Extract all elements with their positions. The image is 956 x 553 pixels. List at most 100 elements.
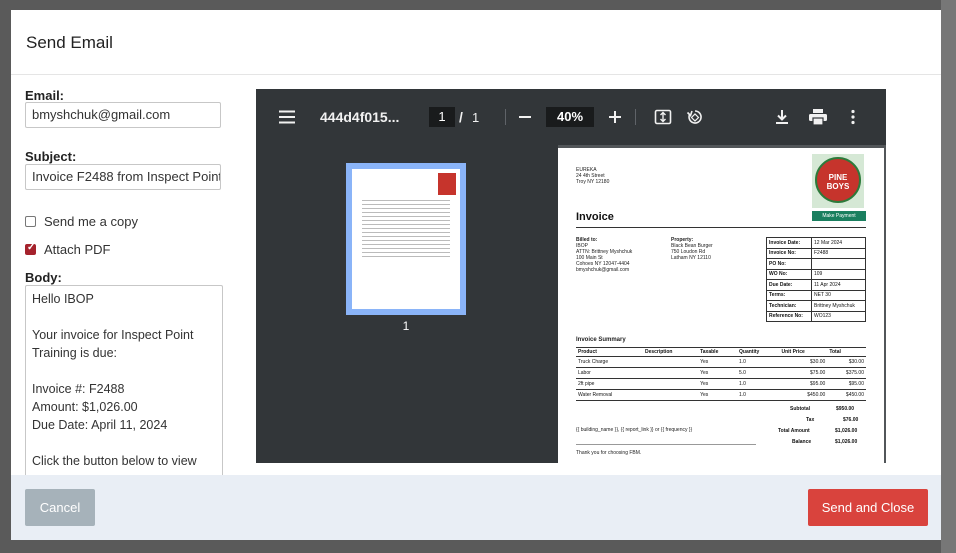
dialog-footer: Cancel Send and Close [11,475,941,540]
table-cell: Water Removal [576,389,643,401]
thank-you-text: Thank you for choosing FBM. [576,450,642,456]
print-icon[interactable] [808,108,828,126]
zoom-out-icon[interactable] [518,110,532,124]
send-copy-checkbox[interactable] [25,215,36,227]
body-label: Body: [25,270,62,285]
balance-label: Balance [792,439,812,445]
info-value: WO123 [811,310,866,322]
rotate-icon[interactable] [686,108,704,126]
column-header: Total [827,347,866,357]
logo-text: PINE BOYS [826,173,850,191]
table-cell: $30.00 [827,356,866,368]
column-header: Product [576,347,643,357]
send-copy-option[interactable]: Send me a copy [25,213,138,229]
subject-label: Subject: [25,149,77,164]
body-textarea[interactable]: Hello IBOP Your invoice for Inspect Point… [25,285,223,475]
zoom-in-icon[interactable] [608,110,622,124]
body-line: Training is due: [32,346,117,360]
divider [576,444,756,445]
attach-pdf-option[interactable]: Attach PDF [25,241,110,257]
info-value [811,258,866,270]
info-key: Invoice No: [766,247,812,259]
attach-pdf-label: Attach PDF [44,241,111,257]
company-address: EUREKA 24 4th Street Troy NY 12180 [576,167,610,185]
table-cell: $75.00 [779,367,828,379]
column-header: Taxable [698,347,738,357]
table-row: Labor Yes 5.0 $75.00 $375.00 [576,367,866,379]
subtotal-label: Subtotal [790,406,810,412]
pdf-viewer: 444d4f015... 1 / 1 40% 1 EUREKA 24 4th S… [256,89,886,463]
billed-to-block: Billed to: IBOP ATTN: Brittney Myshchuk … [576,237,633,273]
table-cell: Yes [698,389,738,401]
dialog-title: Send Email [26,33,113,52]
summary-title: Invoice Summary [576,337,626,343]
page-number-input[interactable]: 1 [429,107,455,127]
table-cell: $375.00 [827,367,866,379]
info-value: F2488 [811,247,866,259]
info-value: 109 [811,268,866,280]
column-header: Description [642,347,699,357]
property-block: Property: Black Bean Burger 750 Loudon R… [671,237,713,261]
table-row: 2ft pipe Yes 1.0 $95.00 $95.00 [576,378,866,390]
table-cell: 2ft pipe [576,378,643,390]
info-value: 12 Mar 2024 [811,237,866,249]
info-row: PO No: [766,258,866,270]
body-line [32,308,216,326]
info-key: Reference No: [766,310,812,322]
page-thumbnail[interactable] [352,169,460,309]
info-value: Brittney Myshchuk [811,300,866,312]
cancel-button[interactable]: Cancel [25,489,95,526]
invoice-info-table: Invoice Date: 12 Mar 2024 Invoice No: F2488… [766,237,866,322]
info-row: Invoice No: F2488 [766,247,866,259]
subtotal-value: $950.00 [836,406,855,412]
info-value: NET 30 [811,289,866,301]
zoom-level[interactable]: 40% [546,107,594,127]
page-total: 1 [472,110,480,125]
table-cell [642,356,699,368]
subject-field[interactable]: Invoice F2488 from Inspect Point [25,164,221,190]
table-row: Truck Charge Yes 1.0 $30.00 $30.00 [576,356,866,368]
info-key: Invoice Date: [766,237,812,249]
more-vert-icon[interactable] [850,109,856,125]
thumbnail-page-number: 1 [402,319,410,333]
body-line: Amount: $1,026.00 [32,400,138,414]
email-field[interactable]: bmyshchuk@gmail.com [25,102,221,128]
page-separator: / [459,109,463,125]
attach-pdf-checkbox[interactable] [25,242,36,255]
thumbnail-logo [438,173,456,195]
table-cell: $30.00 [779,356,828,368]
background-page [941,0,956,553]
toolbar-divider [635,109,636,125]
table-cell: 1.0 [737,378,780,390]
table-cell: Yes [698,378,738,390]
pdf-filename: 444d4f015... [320,109,400,125]
table-cell [642,389,699,401]
menu-icon[interactable] [278,109,296,125]
column-header: Quantity [737,347,780,357]
thumbnail-sidebar: 1 [256,145,558,463]
invoice-items-table: Product Description Taxable Quantity Unit Pr… [576,347,866,401]
info-row: Due Date: 11 Apr 2024 [766,279,866,291]
table-row: Water Removal Yes 1.0 $450.00 $450.00 [576,389,866,401]
pdf-page: EUREKA 24 4th Street Troy NY 12180 PINE … [558,148,884,463]
info-key: Due Date: [766,279,812,291]
total-value: $1,026.00 [835,428,858,434]
table-cell: $450.00 [779,389,828,401]
tax-label: Tax [806,417,815,423]
table-cell: Yes [698,367,738,379]
table-cell: 1.0 [737,356,780,368]
info-key: Technician: [766,300,812,312]
toolbar-divider [505,109,506,125]
info-row: Reference No: WO123 [766,310,866,322]
fit-page-icon[interactable] [654,108,672,126]
make-payment-button[interactable]: Make Payment [812,211,866,221]
download-icon[interactable] [774,108,790,126]
table-cell [642,367,699,379]
body-line: Hello IBOP [32,292,94,306]
send-and-close-button[interactable]: Send and Close [808,489,928,526]
info-value: 11 Apr 2024 [811,279,866,291]
table-cell: 1.0 [737,389,780,401]
send-copy-label: Send me a copy [44,213,138,229]
company-logo: PINE BOYS [812,154,864,208]
table-cell: 5.0 [737,367,780,379]
